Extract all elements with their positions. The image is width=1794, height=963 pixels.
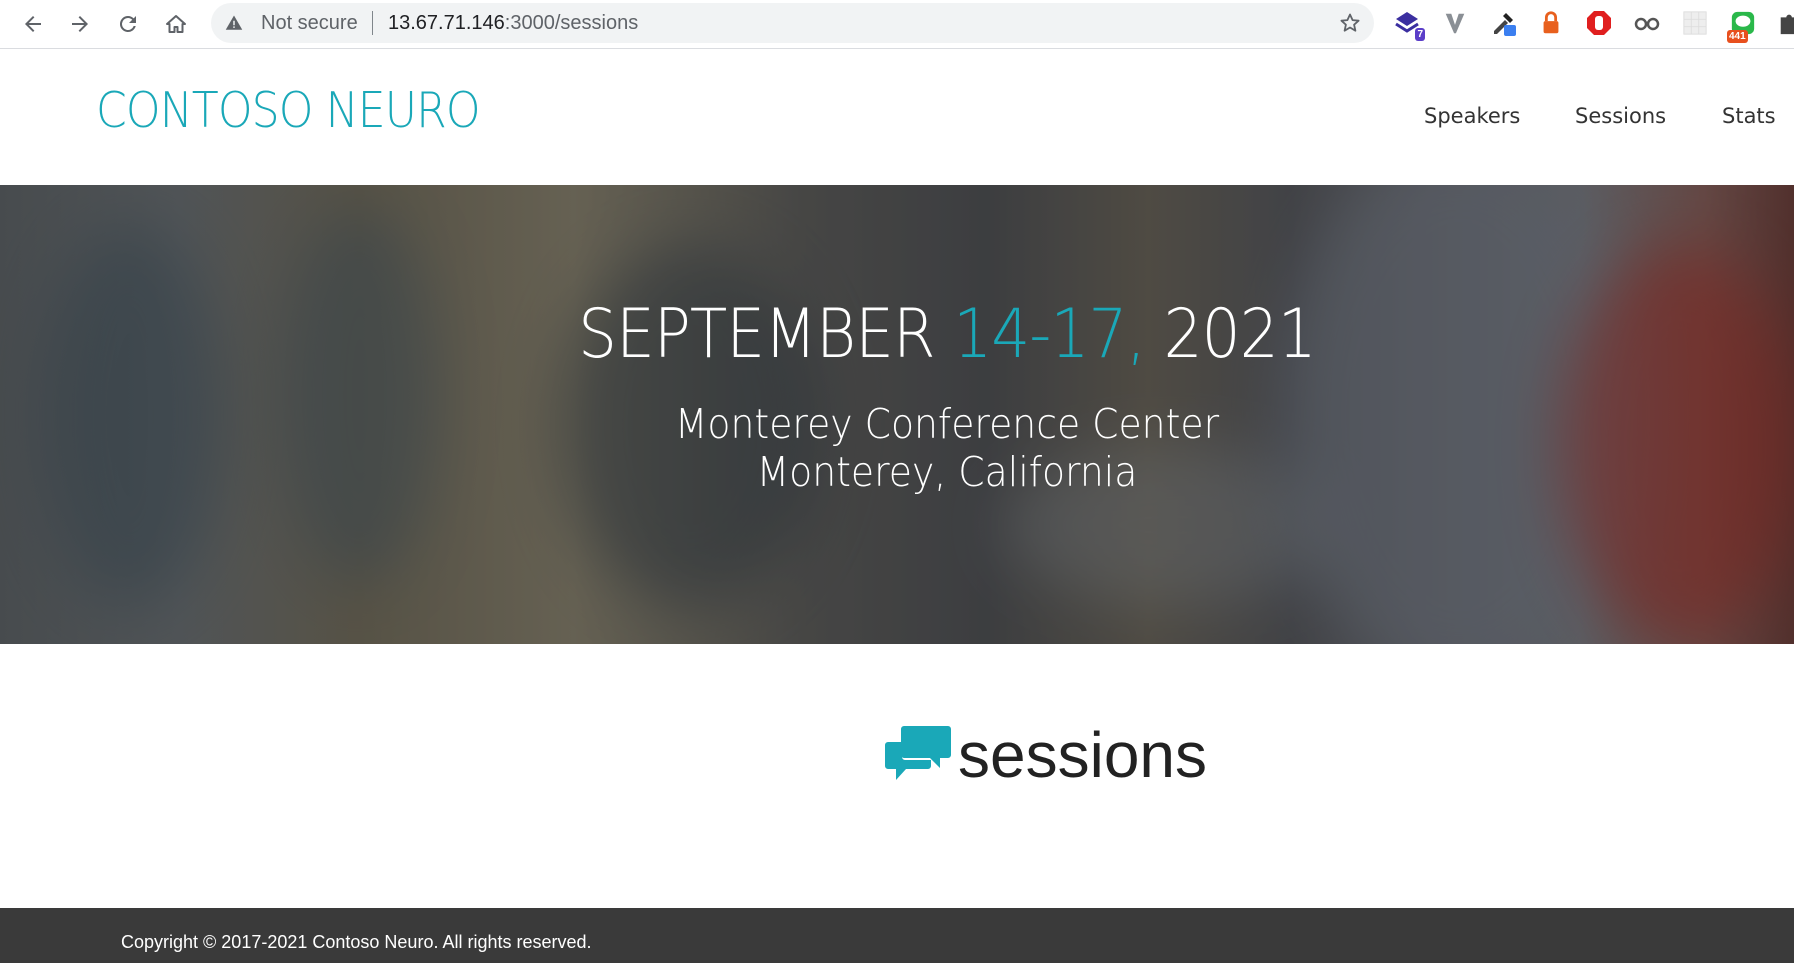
- security-label[interactable]: Not secure: [261, 12, 358, 35]
- nav-speakers-link[interactable]: Speakers: [1424, 104, 1520, 128]
- nav-sessions-link[interactable]: Sessions: [1575, 104, 1666, 128]
- glasses-extension-icon[interactable]: [1633, 9, 1661, 37]
- line-extension-badge: 441: [1727, 30, 1748, 43]
- nav-stats-link[interactable]: Stats: [1722, 104, 1776, 128]
- address-bar[interactable]: Not secure 13.67.71.146:3000/sessions: [211, 3, 1374, 43]
- home-icon: [166, 15, 186, 33]
- puzzle-extensions-icon[interactable]: [1776, 9, 1794, 37]
- back-arrow-icon: [25, 16, 41, 32]
- site-header: CONTOSO NEURO Speakers Sessions Stats: [0, 50, 1794, 185]
- line-extension-icon[interactable]: 441: [1727, 9, 1757, 43]
- stack-extension-badge: 7: [1415, 28, 1425, 41]
- url-host: 13.67.71.146: [388, 12, 505, 34]
- forward-arrow-icon: [72, 16, 88, 32]
- eyedropper-extension-icon[interactable]: [1489, 9, 1517, 37]
- event-month: SEPTEMBER: [578, 295, 935, 374]
- sessions-heading: sessions: [884, 720, 1207, 790]
- lock-extension-icon[interactable]: [1537, 9, 1565, 37]
- event-venue-block: Monterey Conference Center Monterey, Cal…: [76, 400, 1794, 496]
- reload-icon: [119, 15, 136, 32]
- bookmark-star-icon[interactable]: [1338, 11, 1362, 35]
- url-path: :3000/sessions: [504, 12, 639, 34]
- event-year: 2021: [1163, 295, 1317, 374]
- v-extension-icon[interactable]: [1441, 9, 1469, 37]
- site-footer: Copyright © 2017-2021 Contoso Neuro. All…: [0, 908, 1794, 963]
- chat-bubbles-icon: [885, 726, 951, 780]
- forward-button[interactable]: [62, 6, 98, 42]
- event-venue: Monterey Conference Center: [674, 400, 1220, 448]
- back-button[interactable]: [15, 6, 51, 42]
- sessions-title: sessions: [958, 719, 1207, 791]
- hero-banner: SEPTEMBER 14-17, 2021 Monterey Conferenc…: [0, 185, 1794, 644]
- url-text[interactable]: 13.67.71.146:3000/sessions: [388, 12, 638, 35]
- event-date: SEPTEMBER 14-17, 2021: [95, 295, 1794, 374]
- copyright-text: Copyright © 2017-2021 Contoso Neuro. All…: [121, 932, 592, 952]
- reload-button[interactable]: [110, 6, 146, 42]
- event-location: Monterey, California: [756, 448, 1138, 496]
- home-button[interactable]: [158, 6, 194, 42]
- stop-hand-extension-icon[interactable]: [1585, 9, 1613, 37]
- site-logo[interactable]: CONTOSO NEURO: [96, 82, 481, 139]
- warning-icon: [225, 15, 243, 30]
- browser-toolbar: Not secure 13.67.71.146:3000/sessions 7 …: [0, 0, 1794, 49]
- event-days: 14-17,: [953, 295, 1146, 374]
- grid-extension-icon[interactable]: [1681, 9, 1709, 37]
- stack-extension-icon[interactable]: 7: [1393, 9, 1425, 41]
- omnibox-divider: [372, 11, 373, 35]
